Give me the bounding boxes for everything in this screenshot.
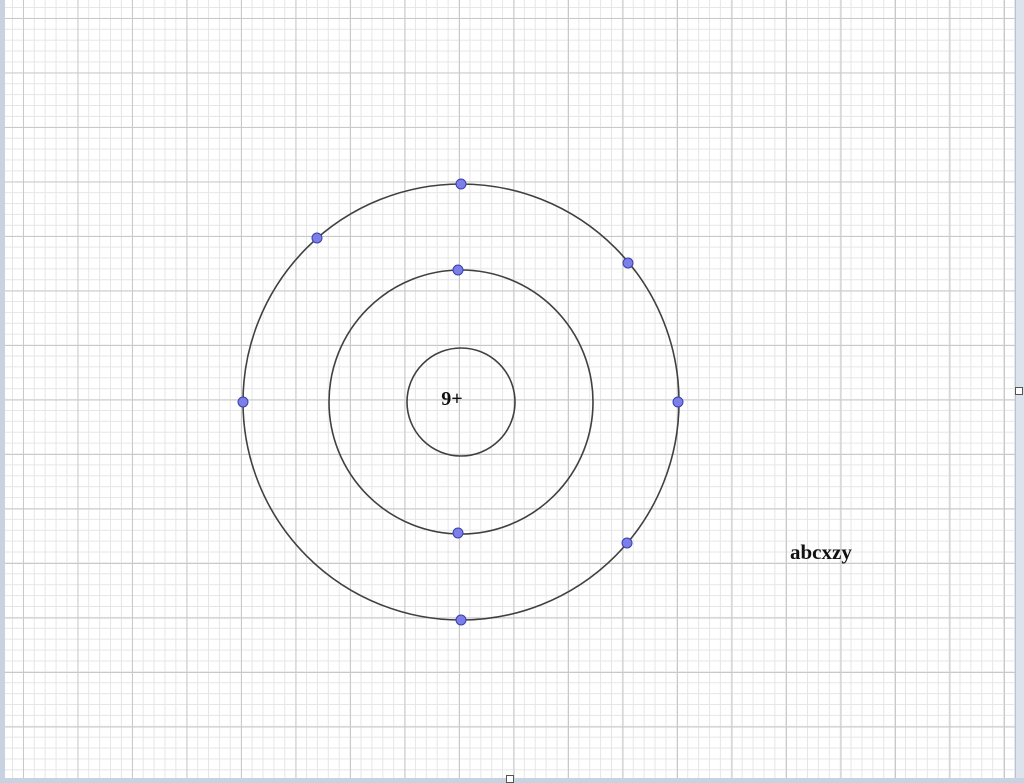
nucleus-label: 9+ — [441, 388, 462, 410]
page: 9+ abcxzy — [0, 0, 1024, 783]
side-text-label[interactable]: abcxzy — [790, 540, 852, 565]
outer-electron[interactable] — [311, 232, 323, 244]
outer-electron[interactable] — [622, 257, 634, 269]
outer-electron[interactable] — [672, 396, 684, 408]
outer-electron[interactable] — [455, 178, 467, 190]
outer-electron[interactable] — [621, 537, 633, 549]
inner-electron[interactable] — [452, 527, 464, 539]
outer-electron[interactable] — [455, 614, 467, 626]
atom-diagram[interactable]: 9+ — [0, 0, 1024, 783]
outer-electron[interactable] — [237, 396, 249, 408]
inner-electron[interactable] — [452, 264, 464, 276]
